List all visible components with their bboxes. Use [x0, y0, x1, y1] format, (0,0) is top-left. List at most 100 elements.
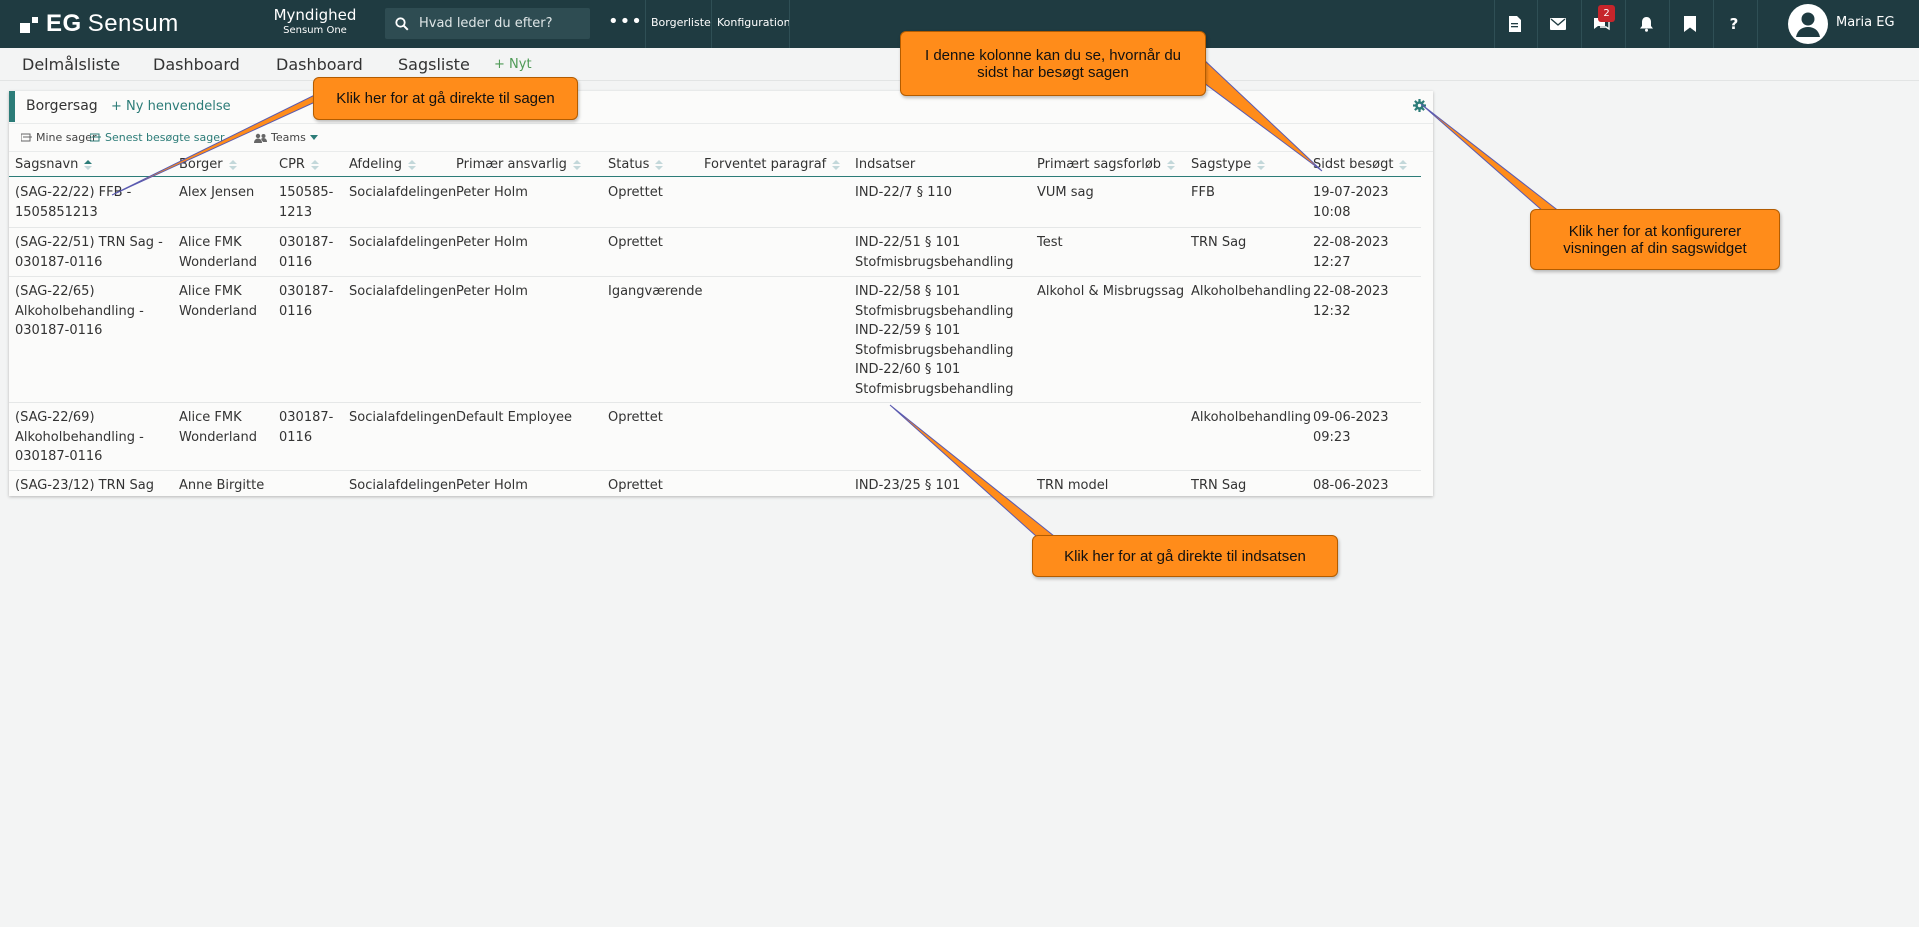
search-input[interactable] [419, 16, 579, 31]
cell-indsatser[interactable]: IND-23/25 § 101 [855, 476, 960, 496]
cell-status: Oprettet [608, 408, 663, 428]
cell-sidst-besoegt: 19-07-2023 10:08 [1313, 183, 1389, 222]
cell-sagsnavn[interactable]: (SAG-22/65) Alkoholbehandling - 030187-011… [15, 282, 144, 341]
column-header-sidst-besoegt[interactable]: Sidst besøgt [1313, 157, 1408, 172]
user-avatar-icon[interactable] [1788, 4, 1828, 44]
cell-primaert-sagsforloeb-line: TRN model [1037, 478, 1109, 493]
column-header-forventet-paragraf[interactable]: Forventet paragraf [704, 157, 841, 172]
cell-indsatser-line: IND-22/58 § 101 [855, 284, 961, 299]
user-name[interactable]: Maria EG [1836, 15, 1895, 30]
nav-link-konfiguration[interactable]: Konfiguration [717, 16, 791, 29]
cell-indsatser-line: IND-22/7 § 110 [855, 185, 953, 200]
cell-indsatser[interactable]: IND-22/58 § 101 Stofmisbrugsbehandling IND… [855, 282, 1013, 399]
callout-case-link-text: Klik her for at gå direkte til sagen [336, 90, 555, 107]
cell-sagsnavn-line: (SAG-23/12) TRN Sag [15, 478, 154, 493]
column-label: Indsatser [855, 157, 916, 172]
table-row[interactable]: (SAG-22/69) Alkoholbehandling - 030187- 011… [9, 403, 1421, 471]
cell-sidst-besoegt-line: 12:27 [1313, 254, 1351, 270]
table-row[interactable]: (SAG-23/12) TRN Sag Anne Birgitte Socialaf… [9, 471, 1421, 496]
column-header-primaer-ansvarlig[interactable]: Primær ansvarlig [456, 157, 581, 172]
column-header-sagstype[interactable]: Sagstype [1191, 157, 1266, 172]
new-request-button[interactable]: + Ny henvendelse [111, 99, 231, 114]
callout-intervention: Klik her for at gå direkte til indsatsen [1032, 535, 1338, 577]
filter-my-cases[interactable]: Mine sager [21, 131, 97, 144]
cell-status: Igangværende [608, 282, 703, 302]
column-label: Forventet paragraf [704, 157, 827, 172]
cell-sagsnavn-line: (SAG-22/51) TRN Sag - [15, 235, 163, 250]
column-header-primaert-sagsforloeb[interactable]: Primært sagsforløb [1037, 157, 1176, 172]
cell-indsatser-line: Stofmisbrugsbehandling [855, 342, 1014, 358]
filter-recently-visited[interactable]: Senest besøgte sager [90, 131, 225, 144]
column-header-sagsnavn[interactable]: Sagsnavn [15, 157, 93, 172]
tab-delmaalsliste[interactable]: Delmålsliste [22, 55, 120, 74]
sort-icon [228, 159, 237, 170]
cell-sagsnavn[interactable]: (SAG-23/12) TRN Sag [15, 476, 154, 496]
cell-afdeling-line: Socialafdelingen [349, 410, 457, 425]
column-header-status[interactable]: Status [608, 157, 664, 172]
global-search[interactable] [385, 8, 590, 39]
cell-cpr-line: 030187- [279, 410, 334, 425]
cell-borger-line: Alice FMK [179, 284, 242, 299]
cell-cpr-line: 0116 [279, 254, 313, 270]
cell-sagsnavn-line: (SAG-22/69) [15, 410, 95, 425]
sort-icon [310, 159, 319, 170]
logo-name: Sensum [87, 10, 179, 37]
column-label: Status [608, 157, 650, 172]
tab-dashboard-2[interactable]: Dashboard [276, 55, 363, 74]
eg-sensum-logo[interactable]: EG Sensum [20, 10, 179, 38]
cell-primaer-ansvarlig: Peter Holm [456, 476, 528, 496]
callout-last-visited-line2: sidst har besøgt sagen [977, 63, 1129, 81]
cell-borger-line: Anne Birgitte [179, 478, 265, 493]
cell-sagsnavn[interactable]: (SAG-22/51) TRN Sag - 030187-0116 [15, 233, 163, 272]
cell-sagstype: Alkoholbehandling [1191, 282, 1311, 302]
column-header-afdeling[interactable]: Afdeling [349, 157, 416, 172]
column-header-borger[interactable]: Borger [179, 157, 237, 172]
cell-afdeling: Socialafdelingen [349, 282, 456, 302]
cell-sagsnavn[interactable]: (SAG-22/22) FFB - 1505851213 [15, 183, 131, 222]
callout-last-visited-line1: I denne kolonne kan du se, hvornår du [924, 46, 1182, 64]
cell-indsatser-line: IND-22/51 § 101 [855, 235, 961, 250]
help-icon[interactable]: ? [1723, 13, 1745, 35]
tab-dashboard-1[interactable]: Dashboard [153, 55, 240, 74]
cell-primaer-ansvarlig: Default Employee [456, 408, 572, 428]
callout-configure-line2: visningen af din sagswidget [1563, 239, 1747, 257]
cell-borger: Alice FMK Wonderland [179, 233, 257, 272]
filter-teams-dropdown[interactable]: Teams [250, 131, 318, 144]
document-icon[interactable] [1503, 13, 1525, 35]
nav-link-borgerliste[interactable]: Borgerliste [651, 16, 711, 29]
column-header-cpr[interactable]: CPR [279, 157, 319, 172]
cell-primaer-ansvarlig-line: Peter Holm [456, 478, 528, 493]
cell-borger-line: Alice FMK [179, 235, 242, 250]
table-row[interactable]: (SAG-22/51) TRN Sag -030187-0116 Alice FM… [9, 228, 1421, 277]
settings-gear-icon[interactable] [1413, 97, 1426, 116]
cell-sagstype-line: TRN Sag [1191, 478, 1247, 493]
mail-icon[interactable] [1547, 13, 1569, 35]
cell-cpr: 030187- 0116 [279, 233, 333, 272]
table-row[interactable]: (SAG-22/65) Alkoholbehandling - 030187- 011… [9, 277, 1421, 403]
sort-icon [832, 159, 841, 170]
cell-sagsnavn[interactable]: (SAG-22/69) Alkoholbehandling - 030187-011… [15, 408, 144, 467]
cell-borger: Alex Jensen [179, 183, 254, 203]
cell-indsatser[interactable]: IND-22/51 § 101 Stofmisbrugsbehandling [855, 233, 1013, 272]
bell-icon[interactable] [1635, 13, 1657, 35]
tab-sagsliste[interactable]: Sagsliste [398, 55, 470, 74]
widget-title: Borgersag [26, 98, 98, 114]
authority-switcher[interactable]: Myndighed Sensum One [255, 6, 375, 38]
cell-sidst-besoegt-line: 08-06-2023 [1313, 478, 1389, 493]
cell-sidst-besoegt-line: 12:32 [1313, 303, 1351, 319]
cell-cpr: 150585- 1213 [279, 183, 333, 222]
cell-indsatser[interactable]: IND-22/7 § 110 [855, 183, 952, 203]
plus-icon: + [494, 57, 510, 72]
new-tab-button[interactable]: + Nyt [494, 57, 532, 72]
cell-status-line: Oprettet [608, 410, 663, 425]
new-request-label: Ny henvendelse [126, 99, 231, 114]
case-filters: Mine sager Senest besøgte sager Teams [9, 123, 1433, 152]
cell-indsatser-line: Stofmisbrugsbehandling [855, 381, 1014, 397]
bookmark-icon[interactable] [1679, 13, 1701, 35]
more-menu-icon[interactable]: ••• [608, 11, 643, 32]
cell-primaert-sagsforloeb-line: Alkohol & Misbrugssag [1037, 284, 1185, 299]
cell-sidst-besoegt: 09-06-2023 09:23 [1313, 408, 1389, 447]
table-row[interactable]: (SAG-22/22) FFB - 1505851213 Alex Jensen 15… [9, 178, 1421, 228]
cell-cpr-line: 0116 [279, 429, 313, 445]
sort-icon [572, 159, 581, 170]
